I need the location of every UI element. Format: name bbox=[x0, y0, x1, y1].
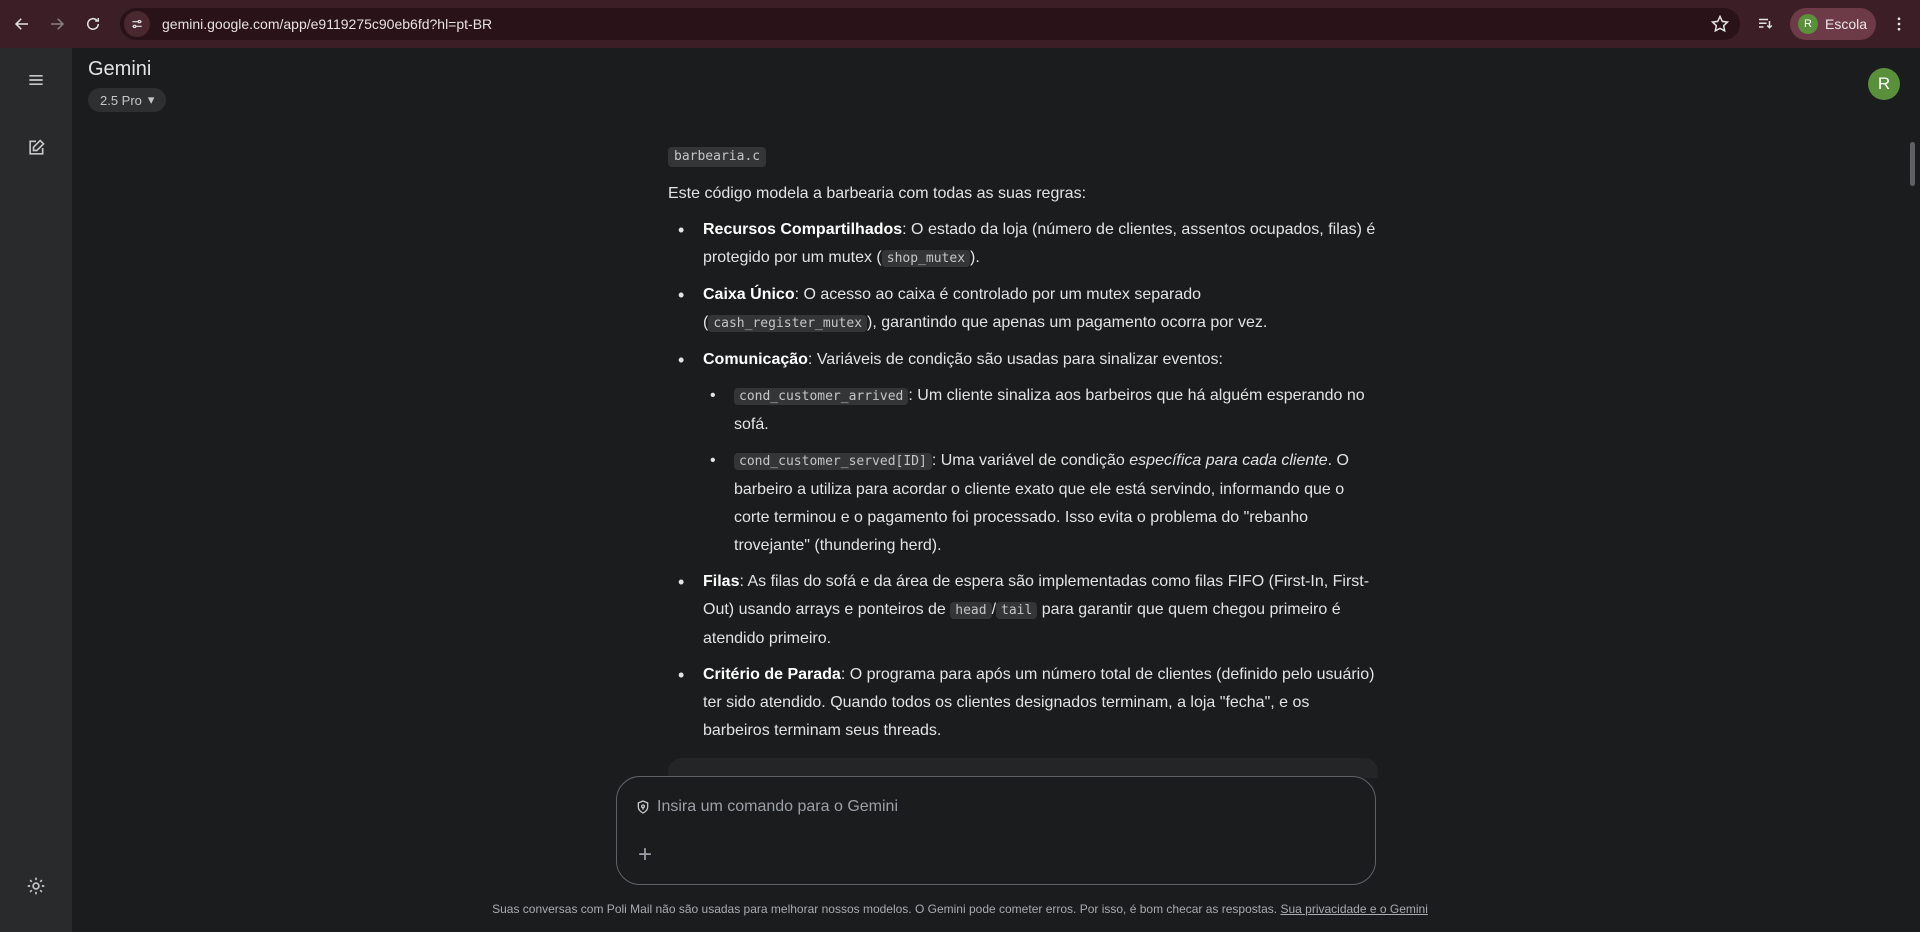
item-text: : Variáveis de condição são usadas para … bbox=[807, 351, 1223, 368]
menu-icon[interactable] bbox=[24, 68, 48, 92]
profile-avatar: R bbox=[1798, 14, 1818, 34]
kebab-icon[interactable] bbox=[1887, 12, 1911, 36]
item-text: ). bbox=[970, 249, 980, 266]
list-item: Comunicação: Variáveis de condição são u… bbox=[668, 346, 1378, 560]
settings-icon[interactable] bbox=[24, 874, 48, 898]
tab-search-icon[interactable] bbox=[1753, 12, 1777, 36]
intro-text: Este código modela a barbearia com todas… bbox=[668, 185, 1087, 202]
scrollbar[interactable] bbox=[1910, 142, 1915, 186]
star-icon[interactable] bbox=[1710, 14, 1730, 34]
profile-name: Escola bbox=[1825, 16, 1868, 32]
code-block-edge bbox=[668, 758, 1378, 778]
inline-code: cash_register_mutex bbox=[708, 315, 868, 332]
list-item: Recursos Compartilhados: O estado da loj… bbox=[668, 216, 1378, 273]
shield-icon bbox=[637, 800, 649, 814]
app-title: Gemini bbox=[88, 58, 152, 80]
footer-disclaimer: Suas conversas com Poli Mail não são usa… bbox=[0, 902, 1920, 916]
footer-text: Suas conversas com Poli Mail não são usa… bbox=[492, 902, 1281, 916]
list-item: Caixa Único: O acesso ao caixa é control… bbox=[668, 281, 1378, 338]
item-text: : Uma variável de condição bbox=[931, 452, 1130, 469]
sub-list-item: cond_customer_arrived: Um cliente sinali… bbox=[703, 382, 1378, 439]
response-content: barbearia.c Este código modela a barbear… bbox=[668, 142, 1378, 753]
emphasis-text: específica para cada cliente bbox=[1129, 452, 1328, 469]
inline-code: shop_mutex bbox=[881, 250, 971, 267]
item-title: Filas bbox=[703, 573, 740, 590]
profile-button[interactable]: R Escola bbox=[1790, 8, 1876, 40]
model-selector[interactable]: 2.5 Pro ▾ bbox=[88, 88, 167, 112]
url-text[interactable]: gemini.google.com/app/e9119275c90eb6fd?h… bbox=[162, 16, 492, 32]
plus-icon[interactable]: + bbox=[633, 841, 657, 868]
new-chat-icon[interactable] bbox=[24, 136, 48, 160]
sub-list: cond_customer_arrived: Um cliente sinali… bbox=[703, 382, 1378, 560]
browser-toolbar: gemini.google.com/app/e9119275c90eb6fd?h… bbox=[0, 0, 1920, 48]
inline-code: tail bbox=[996, 602, 1038, 619]
address-bar[interactable]: gemini.google.com/app/e9119275c90eb6fd?h… bbox=[120, 8, 1740, 40]
prompt-input[interactable] bbox=[657, 793, 1337, 821]
inline-code: cond_customer_arrived bbox=[734, 388, 909, 405]
inline-code: head bbox=[950, 602, 992, 619]
reload-icon[interactable] bbox=[81, 12, 105, 36]
item-title: Critério de Parada bbox=[703, 666, 841, 683]
avatar[interactable]: R bbox=[1868, 68, 1900, 100]
inline-code: cond_customer_served[ID] bbox=[734, 453, 932, 470]
prompt-box: + bbox=[616, 776, 1376, 885]
rules-list: Recursos Compartilhados: O estado da loj… bbox=[668, 216, 1378, 745]
chevron-down-icon: ▾ bbox=[147, 92, 155, 107]
privacy-link[interactable]: Sua privacidade e o Gemini bbox=[1280, 902, 1427, 916]
list-item: Filas: As filas do sofá e da área de esp… bbox=[668, 568, 1378, 653]
site-info-icon[interactable] bbox=[124, 11, 150, 37]
item-title: Caixa Único bbox=[703, 286, 795, 303]
list-item: Critério de Parada: O programa para após… bbox=[668, 661, 1378, 745]
side-rail bbox=[0, 48, 72, 932]
item-title: Comunicação bbox=[703, 351, 808, 368]
item-text: ), garantindo que apenas um pagamento oc… bbox=[867, 314, 1268, 331]
sub-list-item: cond_customer_served[ID]: Uma variável d… bbox=[703, 447, 1378, 560]
file-name: barbearia.c bbox=[668, 147, 767, 167]
back-icon[interactable] bbox=[10, 12, 34, 36]
item-title: Recursos Compartilhados bbox=[703, 221, 903, 238]
model-label: 2.5 Pro bbox=[100, 92, 142, 108]
forward-icon[interactable] bbox=[45, 12, 69, 36]
